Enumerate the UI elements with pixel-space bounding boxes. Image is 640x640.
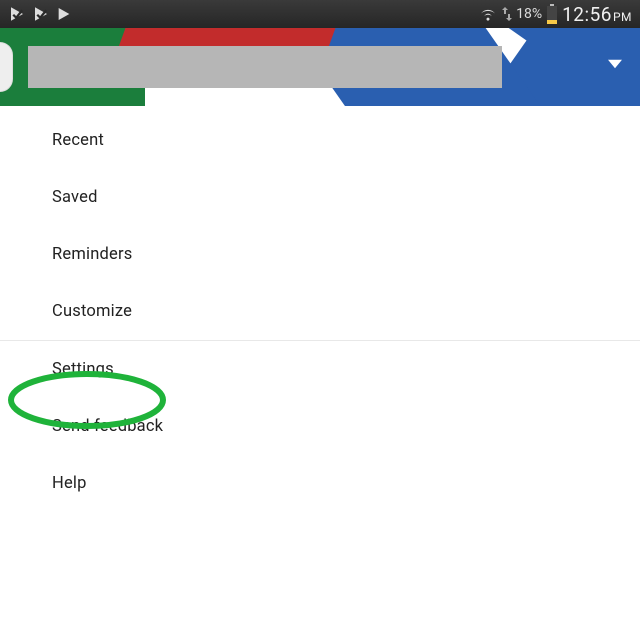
nav-drawer-menu: Recent Saved Reminders Customize Setting… [0,106,640,512]
menu-item-recent[interactable]: Recent [0,112,640,169]
menu-item-feedback[interactable]: Send feedback [0,398,640,455]
account-dropdown-icon[interactable] [608,56,622,75]
play-badge-icon [32,5,50,23]
time-ampm: PM [613,10,632,24]
menu-item-reminders[interactable]: Reminders [0,226,640,283]
menu-item-settings[interactable]: Settings [0,341,640,398]
wifi-icon [478,5,498,23]
menu-item-customize[interactable]: Customize [0,283,640,340]
play-store-icon [56,6,72,22]
menu-item-saved[interactable]: Saved [0,169,640,226]
play-badge-icon [8,5,26,23]
search-input[interactable] [28,46,502,88]
battery-percentage: 18% [516,6,542,22]
data-sync-icon [502,7,512,21]
menu-item-help[interactable]: Help [0,455,640,512]
status-bar-left [8,5,72,23]
battery-icon [546,4,558,24]
app-header [0,28,640,106]
time-value: 12:56 [562,3,612,26]
avatar[interactable] [0,42,13,92]
clock: 12:56PM [562,3,632,26]
status-bar: 18% 12:56PM [0,0,640,28]
status-bar-right: 18% 12:56PM [478,3,632,26]
